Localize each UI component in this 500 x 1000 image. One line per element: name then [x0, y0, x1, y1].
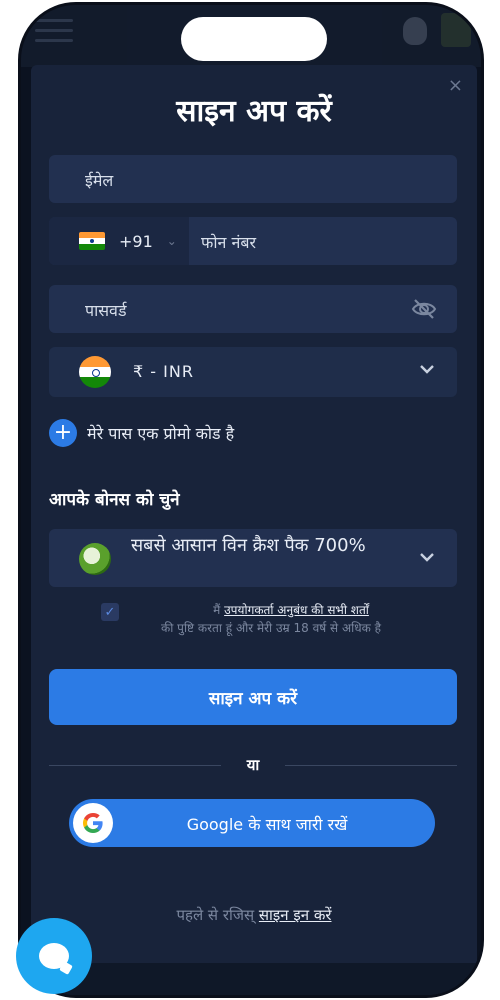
agreement-suffix: की पुष्टि करता हूं और मेरी उम्र 18 वर्ष … — [160, 621, 382, 635]
chat-button[interactable] — [16, 918, 92, 994]
page-title: साइन अप करें — [176, 94, 332, 129]
promo-code-toggle[interactable]: + मेरे पास एक प्रोमो कोड है — [49, 419, 234, 447]
hamburger-icon[interactable] — [35, 19, 73, 42]
currency-symbol: ₹ — [133, 362, 145, 381]
google-label: Google के साथ जारी रखें — [186, 815, 348, 834]
phone-frame: × साइन अप करें ईमेल +91 ⌄ फोन नंबर पासवर… — [18, 2, 484, 998]
bottom-nav — [21, 963, 481, 995]
new-badge-icon[interactable] — [441, 13, 471, 47]
bonus-heading: आपके बोनस को चुने — [49, 490, 180, 510]
agreement-text: मैं उपयोगकर्ता अनुबंध की सभी शर्तों की प… — [101, 601, 441, 637]
bonus-icon — [79, 543, 111, 575]
apple-icon[interactable] — [403, 17, 427, 45]
bonus-selected: सबसे आसान विन क्रैश पैक 700% — [131, 535, 366, 556]
agreement-link[interactable]: उपयोगकर्ता अनुबंध की सभी शर्तों — [224, 603, 369, 617]
currency-select[interactable]: ₹ - INR — [49, 347, 457, 397]
country-code: +91 — [119, 231, 153, 251]
login-row: पहले से रजिस् साइन इन करें — [31, 905, 477, 925]
password-placeholder: पासवर्ड — [85, 301, 127, 320]
promo-label: मेरे पास एक प्रोमो कोड है — [87, 424, 235, 443]
chat-icon — [39, 943, 69, 969]
india-flag-icon — [79, 232, 105, 250]
currency-code: INR — [163, 362, 194, 381]
chevron-down-icon — [420, 553, 434, 562]
bonus-select[interactable]: सबसे आसान विन क्रैश पैक 700% — [49, 529, 457, 587]
phone-placeholder: फोन नंबर — [201, 233, 257, 252]
chevron-down-icon — [420, 365, 434, 374]
phone-field[interactable]: +91 ⌄ फोन नंबर — [49, 217, 457, 265]
country-code-select[interactable]: +91 ⌄ — [49, 217, 189, 265]
signup-button[interactable]: साइन अप करें — [49, 669, 457, 725]
or-divider: या — [49, 755, 457, 775]
chevron-down-icon: ⌄ — [166, 234, 177, 248]
agreement-prefix: मैं — [213, 603, 221, 617]
email-field[interactable]: ईमेल — [49, 155, 457, 203]
email-placeholder: ईमेल — [85, 171, 114, 190]
google-signin-button[interactable]: Google के साथ जारी रखें — [69, 799, 435, 847]
password-field[interactable]: पासवर्ड — [49, 285, 457, 333]
phone-notch — [181, 17, 327, 61]
eye-off-icon[interactable] — [411, 297, 437, 321]
login-prefix: पहले से रजिस् — [176, 906, 255, 924]
india-flag-icon — [79, 356, 111, 388]
divider-line — [285, 765, 457, 766]
login-link[interactable]: साइन इन करें — [259, 906, 332, 924]
currency-value: ₹ - INR — [133, 362, 194, 381]
currency-separator: - — [150, 362, 158, 381]
plus-icon: + — [49, 419, 77, 447]
signup-modal: × साइन अप करें ईमेल +91 ⌄ फोन नंबर पासवर… — [31, 65, 477, 995]
